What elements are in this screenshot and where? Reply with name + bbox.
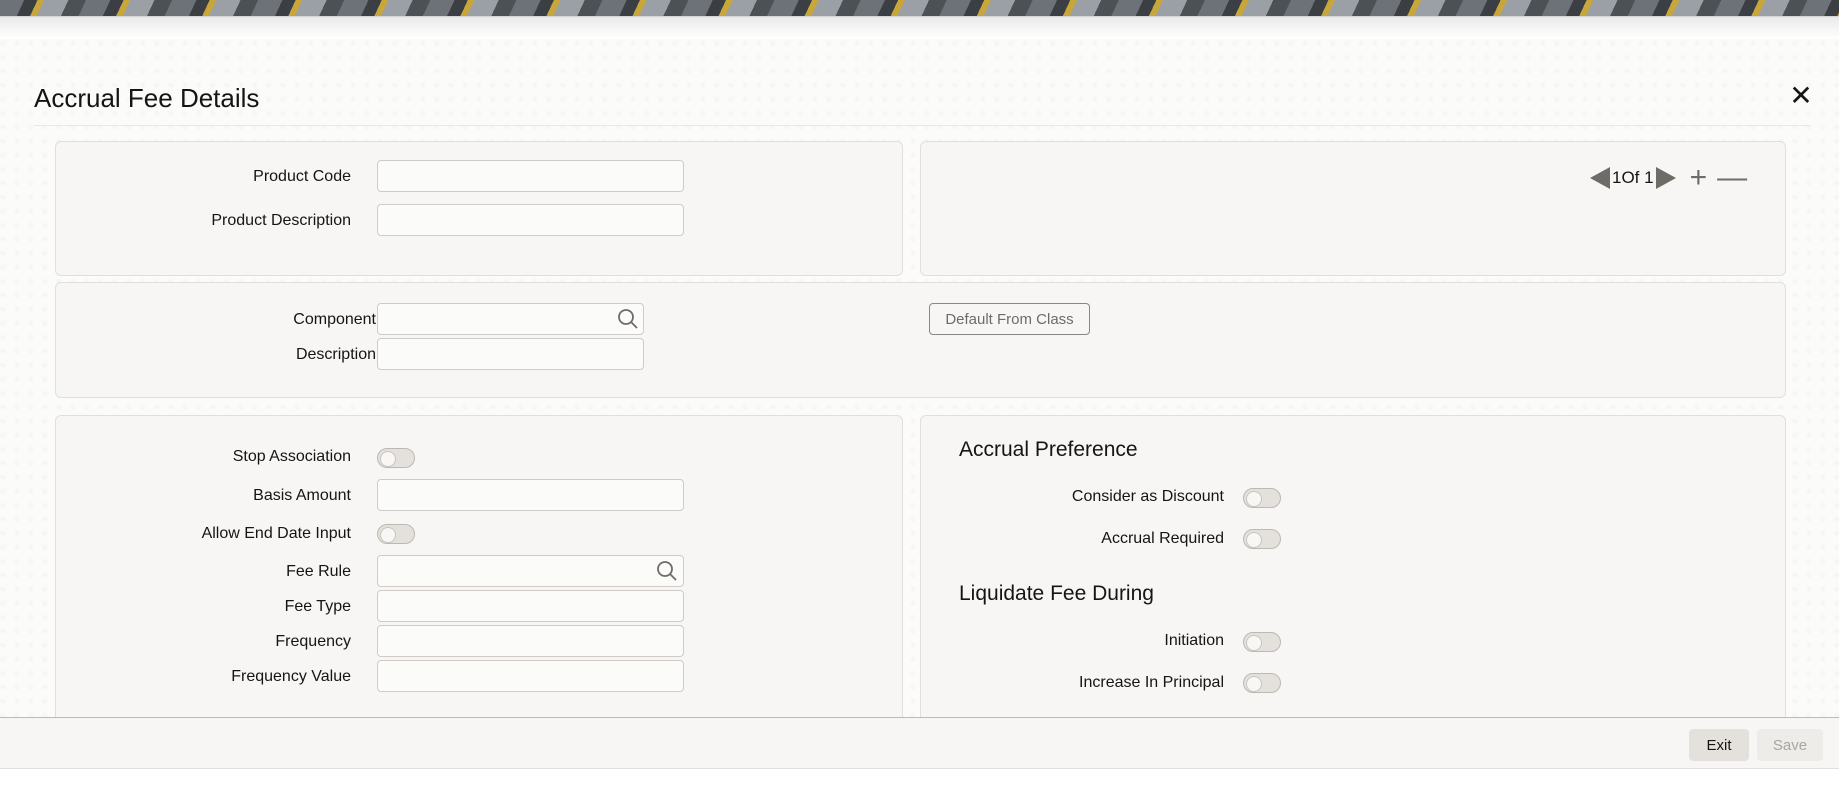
record-navigation-panel	[920, 141, 1786, 276]
increase-principal-toggle[interactable]	[1243, 673, 1281, 693]
stop-association-label: Stop Association	[232, 448, 351, 465]
fee-details-panel: Stop Association Basis Amount Allow End …	[55, 415, 903, 756]
product-code-input[interactable]	[377, 160, 684, 192]
liquidate-fee-heading: Liquidate Fee During	[959, 582, 1154, 605]
basis-amount-input[interactable]	[377, 479, 684, 511]
add-record-icon[interactable]: +	[1690, 163, 1708, 193]
top-banner	[0, 0, 1839, 17]
component-search-icon[interactable]	[617, 308, 639, 330]
close-icon[interactable]: ✕	[1786, 81, 1816, 111]
page-title: Accrual Fee Details	[34, 83, 260, 113]
consider-discount-label: Consider as Discount	[1071, 488, 1224, 505]
component-label: Component	[293, 311, 376, 328]
default-from-class-button[interactable]: Default From Class	[929, 303, 1090, 335]
product-description-input[interactable]	[377, 204, 684, 236]
component-description-input[interactable]	[377, 338, 644, 370]
fee-type-label: Fee Type	[284, 598, 351, 615]
product-description-label: Product Description	[211, 212, 351, 229]
fee-rule-search-icon[interactable]	[656, 560, 678, 582]
initiation-label: Initiation	[1164, 632, 1224, 649]
frequency-label: Frequency	[275, 633, 351, 650]
top-banner-fade	[0, 17, 1839, 39]
stop-association-toggle[interactable]	[377, 448, 415, 468]
frequency-value-label: Frequency Value	[231, 668, 351, 685]
accrual-required-label: Accrual Required	[1101, 530, 1224, 547]
record-pager: 1Of 1 + —	[1590, 163, 1747, 193]
accrual-required-toggle[interactable]	[1243, 529, 1281, 549]
footer-bar: Exit Save	[0, 717, 1839, 769]
frequency-input[interactable]	[377, 625, 684, 657]
initiation-toggle[interactable]	[1243, 632, 1281, 652]
component-input[interactable]	[377, 303, 644, 335]
component-panel: Component Description Default From Class	[55, 282, 1786, 398]
allow-end-date-label: Allow End Date Input	[201, 525, 351, 542]
product-code-label: Product Code	[253, 168, 351, 185]
fee-type-input[interactable]	[377, 590, 684, 622]
basis-amount-label: Basis Amount	[253, 487, 351, 504]
accrual-preference-heading: Accrual Preference	[959, 438, 1138, 461]
frequency-value-input[interactable]	[377, 660, 684, 692]
save-button[interactable]: Save	[1757, 729, 1823, 761]
delete-record-icon[interactable]: —	[1717, 163, 1747, 193]
previous-record-icon[interactable]	[1590, 167, 1610, 189]
product-panel: Product Code Product Description	[55, 141, 903, 276]
next-record-icon[interactable]	[1655, 167, 1676, 189]
fee-rule-label: Fee Rule	[286, 563, 351, 580]
fee-rule-input[interactable]	[377, 555, 684, 587]
allow-end-date-toggle[interactable]	[377, 524, 415, 544]
exit-button[interactable]: Exit	[1689, 729, 1749, 761]
record-counter: 1Of 1	[1612, 168, 1654, 187]
increase-principal-label: Increase In Principal	[1079, 674, 1224, 691]
title-divider	[34, 125, 1810, 126]
component-description-label: Description	[295, 346, 376, 363]
consider-discount-toggle[interactable]	[1243, 488, 1281, 508]
dialog-window: Accrual Fee Details ✕ Product Code Produ…	[0, 39, 1839, 769]
accrual-preference-panel: Accrual Preference Consider as Discount …	[920, 415, 1786, 756]
